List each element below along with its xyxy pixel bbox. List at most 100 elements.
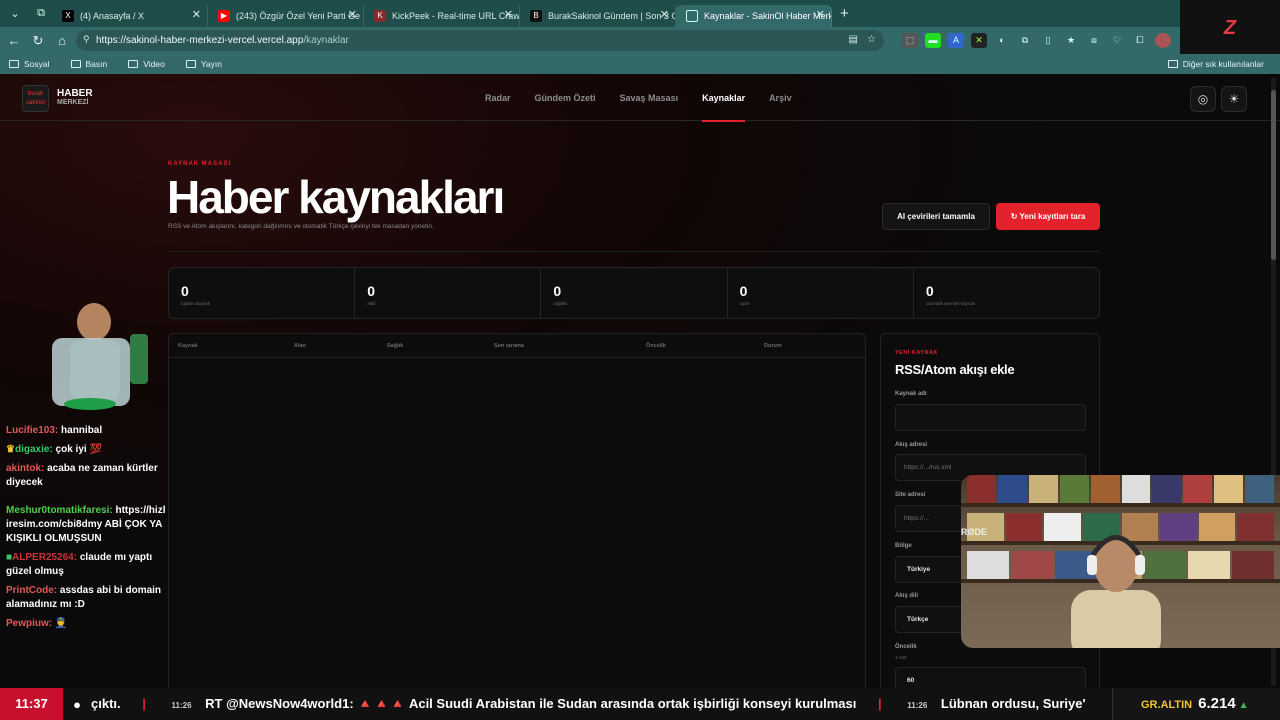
source-name-input[interactable] [895, 404, 1086, 431]
extension-icon[interactable]: ✕ [971, 33, 987, 48]
ticker-text: çıktı. [91, 696, 121, 711]
nav-savas-masasi[interactable]: Savaş Masası [620, 93, 679, 103]
browser-tab-active[interactable]: Kaynaklar - SakinOl Haber Merkezi ✕ [676, 5, 832, 27]
bookmark-folder[interactable]: Sosyal [9, 59, 50, 69]
browser-tab[interactable]: ▶ (243) Özgür Özel Yeni Parti Ge ✕ [208, 5, 364, 27]
health-icon[interactable]: ♡ [1109, 33, 1125, 48]
back-icon[interactable]: ← [2, 33, 26, 48]
browser-tab[interactable]: K KickPeek - Real-time URL Crawler ✕ [364, 5, 520, 27]
bookmark-folder[interactable]: Yayın [185, 59, 222, 69]
translate-extension-icon[interactable]: A [948, 33, 964, 48]
theme-toggle-icon[interactable]: ☀ [1221, 86, 1247, 112]
nav-radar[interactable]: Radar [485, 93, 511, 103]
price-label: GR.ALTIN [1141, 699, 1193, 711]
nav-arsiv[interactable]: Arşiv [769, 93, 792, 103]
nav-gundem-ozeti[interactable]: Gündem Özeti [535, 93, 596, 103]
stat-total-sources: 0 toplam kaynak [169, 268, 356, 318]
home-icon[interactable]: ⌂ [50, 33, 74, 48]
bookshelf [961, 503, 1280, 507]
chat-username: PrintCode: [6, 585, 58, 596]
stat-label: otomatik çevrilen kaynak [925, 301, 976, 306]
nav-kaynaklar[interactable]: Kaynaklar [702, 93, 746, 122]
reload-icon[interactable]: ↻ [26, 33, 50, 49]
priority-input[interactable]: 60 [895, 667, 1086, 688]
gold-price-widget: GR.ALTIN 6.214 ▲ [1112, 688, 1280, 720]
complete-ai-translations-button[interactable]: AI çevirileri tamamla [882, 203, 990, 230]
workspaces-icon[interactable]: ⧉ [30, 4, 52, 24]
puzzle-icon[interactable]: ⧉ [1017, 33, 1033, 48]
column-header-son-tarama[interactable]: Son tarama [494, 343, 524, 349]
scan-new-records-button[interactable]: ↻ Yeni kayıtları tara [996, 203, 1100, 230]
tab-list-button[interactable]: ⌄ [4, 4, 26, 24]
ticker-clock: 11:37 [0, 688, 63, 720]
tab-close-icon[interactable]: ✕ [816, 8, 825, 21]
chat-message: PrintCode: assdas abi bi domain alamadın… [0, 584, 172, 612]
ticker-timestamp: 11:26 [171, 701, 192, 710]
page-scrollbar-thumb[interactable] [1271, 90, 1276, 260]
region-label: Bölge [895, 543, 912, 549]
stat-label: sağlıklı [553, 301, 568, 306]
tab-label: Kaynaklar - SakinOl Haber Merkezi [704, 11, 832, 21]
stat-label: toplam kaynak [181, 301, 211, 306]
chat-username: digaxie: [14, 444, 53, 455]
favorites-icon[interactable]: ★ [1063, 33, 1079, 48]
youtube-icon: ▶ [218, 10, 230, 22]
feed-url-label: Akış adresi [895, 442, 928, 448]
webcam-overlay: RØDE [961, 475, 1280, 648]
other-bookmarks[interactable]: Diğer sık kullanılanlar [1167, 59, 1264, 69]
extension-icon[interactable]: ⬚ [902, 33, 918, 48]
site-logo-text[interactable]: HABER MERKEZİ [57, 89, 93, 107]
ticker-separator: | [142, 696, 146, 711]
new-tab-button[interactable]: + [840, 5, 849, 22]
ticker-headline: Lübnan ordusu, Suriye' [940, 696, 1086, 711]
screenshot-icon[interactable]: ⧠ [1132, 33, 1148, 48]
profile-avatar[interactable] [1155, 33, 1171, 48]
browser-tab[interactable]: B BurakSakinol Gündem | Son 3 Gün ✕ [520, 5, 676, 27]
books [961, 475, 1280, 503]
divider [168, 251, 1100, 252]
column-header-alan[interactable]: Alan [294, 343, 306, 349]
tab-close-icon[interactable]: ✕ [504, 8, 513, 21]
tab-close-icon[interactable]: ✕ [192, 8, 201, 21]
page-title: Haber kaynakları [167, 171, 505, 223]
chat-username: Pewpiuw: [6, 618, 53, 629]
globe-icon [686, 10, 698, 22]
browser-tab[interactable]: X (4) Anasayfa / X ✕ [52, 5, 208, 27]
source-name-label: Kaynak adı [895, 391, 927, 397]
bookmark-folder[interactable]: Video [128, 59, 165, 69]
site-info-icon[interactable]: ⚲ [83, 34, 90, 45]
site-logo-icon[interactable]: burak sakinol [22, 85, 49, 112]
stat-value: 0 [367, 283, 375, 299]
collections-icon[interactable]: ⧈ [1086, 33, 1102, 48]
chat-username: Meshur0tomatikfaresi: [6, 505, 113, 516]
column-header-saglik[interactable]: Sağlık [387, 343, 403, 349]
chat-message: Meshur0tomatikfaresi: https://hizliresim… [0, 504, 172, 546]
stat-value: 0 [739, 283, 748, 299]
chat-text: çok iyi 💯 [55, 444, 102, 455]
split-screen-icon[interactable]: ▯ [1040, 33, 1056, 48]
url-input[interactable]: ⚲ https://sakinol-haber-merkezi-vercel.v… [76, 30, 884, 51]
extension-icon[interactable]: ◐ [994, 33, 1010, 48]
crown-badge-icon: ♛ [6, 444, 15, 455]
tab-close-icon[interactable]: ✕ [660, 8, 669, 21]
bookmark-label: Video [143, 59, 165, 69]
favorite-star-icon[interactable]: ☆ [867, 34, 876, 45]
live-dot-icon: ● [73, 696, 81, 712]
bookmark-folder[interactable]: Basın [70, 59, 107, 69]
extension-icon[interactable]: ▬ [925, 33, 941, 48]
priority-label: Öncelik [895, 644, 917, 650]
folder-icon [9, 60, 19, 68]
column-header-kaynak[interactable]: Kaynak [178, 343, 198, 349]
chat-message: ■ALPER25264: claude mı yaptı güzel olmuş [0, 551, 172, 579]
target-icon[interactable]: ◎ [1190, 86, 1216, 112]
page-description: RSS ve Atom akışlarını, kategori dağılım… [168, 223, 434, 230]
column-header-oncelik[interactable]: Öncelik [646, 343, 666, 349]
reader-mode-icon[interactable]: ▤ [849, 34, 858, 45]
ticker-separator: | [878, 696, 882, 711]
chat-message: ♛digaxie: çok iyi 💯 [0, 443, 172, 457]
form-title: RSS/Atom akışı ekle [895, 362, 1015, 377]
bookmark-label: Sosyal [24, 59, 50, 69]
tab-close-icon[interactable]: ✕ [348, 8, 357, 21]
url-path: /kaynaklar [303, 35, 349, 46]
column-header-durum[interactable]: Durum [764, 343, 782, 349]
